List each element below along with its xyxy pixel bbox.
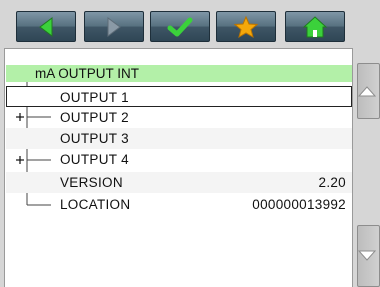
favorite-button[interactable] <box>216 11 276 42</box>
home-icon <box>303 15 327 37</box>
back-button[interactable] <box>16 11 76 42</box>
tree-item-label: LOCATION <box>60 197 131 212</box>
arrow-left-icon <box>39 16 53 37</box>
star-icon <box>234 15 258 38</box>
chevron-down-icon <box>358 250 376 261</box>
scroll-up-button[interactable] <box>357 63 380 119</box>
toolbar <box>0 0 380 48</box>
chevron-up-icon <box>358 86 376 97</box>
home-button[interactable] <box>285 11 345 42</box>
tree-item-label: OUTPUT 1 <box>60 90 129 105</box>
tree-item-label: OUTPUT 3 <box>60 131 129 146</box>
confirm-button[interactable] <box>150 11 210 42</box>
tree-item-value: 000000013992 <box>252 197 346 212</box>
tree-header-label: mA OUTPUT INT <box>35 66 140 81</box>
tree-item-output-3[interactable]: OUTPUT 3 <box>6 128 352 149</box>
arrow-right-icon <box>107 16 121 37</box>
tree-item-output-4[interactable]: OUTPUT 4 <box>6 149 352 170</box>
tree-item-value: 2.20 <box>318 175 346 190</box>
tree-item-label: VERSION <box>60 175 123 190</box>
tree-item-output-1[interactable]: OUTPUT 1 <box>6 86 352 107</box>
checkmark-icon <box>167 17 193 36</box>
tree-item-label: OUTPUT 2 <box>60 110 129 125</box>
tree-header[interactable]: mA OUTPUT INT <box>6 65 352 82</box>
tree-item-output-2[interactable]: OUTPUT 2 <box>6 107 352 128</box>
tree-item-version[interactable]: VERSION 2.20 <box>6 172 352 193</box>
tree-item-label: OUTPUT 4 <box>60 152 129 167</box>
tree-item-location[interactable]: LOCATION 000000013992 <box>6 194 352 215</box>
scroll-down-button[interactable] <box>357 225 380 287</box>
forward-button[interactable] <box>84 11 144 42</box>
tree-panel: mA OUTPUT INT OUTPUT 1 OUTPUT 2 OUTPUT 3… <box>4 48 353 287</box>
